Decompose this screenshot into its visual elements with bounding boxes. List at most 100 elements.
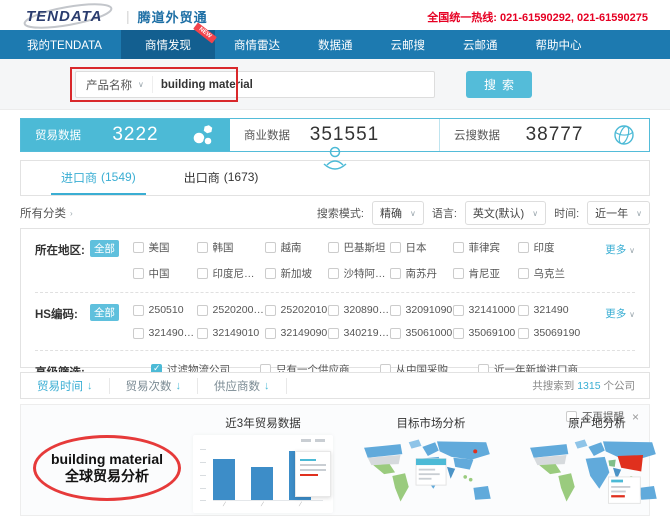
hs-option[interactable]: 250510 (132, 304, 197, 316)
sort-supplier-count[interactable]: 供应商数 ↓ (198, 377, 287, 394)
time-select[interactable]: 近一年 ∨ (587, 201, 650, 225)
checkbox[interactable] (132, 327, 144, 339)
tendata-logo[interactable]: TENDATA (20, 3, 116, 29)
hs-option[interactable]: 32089090 (327, 304, 390, 316)
checkbox[interactable] (196, 242, 208, 253)
hs-option[interactable]: 32149010 (196, 327, 265, 339)
region-option[interactable]: 美国 (132, 240, 197, 255)
chevron-down-icon: ∨ (629, 246, 636, 255)
checkbox[interactable] (517, 242, 529, 253)
checkbox[interactable] (264, 327, 276, 339)
checkbox[interactable] (517, 268, 529, 279)
sort-trade-time[interactable]: 贸易时间 ↓ (35, 377, 110, 394)
checkbox[interactable] (196, 304, 208, 316)
region-option[interactable]: 印度 (517, 240, 604, 255)
checkbox[interactable] (517, 327, 529, 339)
checkbox[interactable] (132, 304, 144, 316)
nav-item-my-tendata[interactable]: 我的TENDATA (8, 30, 121, 59)
checkbox[interactable] (389, 268, 401, 279)
stat-label: 商业数据 (244, 130, 290, 142)
stat-value: 351551 (309, 124, 380, 145)
region-more-link[interactable]: 更多 ∨ (604, 240, 635, 257)
region-checkbox-grid: 美国 韩国 越南 巴基斯坦 日本 菲律宾 印度 中国 印度尼西亚 新加坡 沙特阿… (132, 240, 604, 281)
hs-all-button[interactable]: 全部 (90, 304, 119, 321)
chevron-down-icon: ∨ (138, 80, 144, 89)
sort-trade-count[interactable]: 贸易次数 ↓ (110, 377, 198, 394)
hs-option[interactable]: 321490 (517, 304, 604, 316)
bar-year-1[interactable] (213, 458, 235, 500)
checkbox[interactable] (452, 242, 464, 253)
checkbox[interactable] (132, 242, 144, 253)
stat-card-cloud-search-data[interactable]: 云搜数据 38777 (440, 119, 649, 151)
bar-chart[interactable]: / / / (193, 435, 333, 513)
checkbox[interactable] (452, 304, 464, 316)
search-mode-select[interactable]: 精确 ∨ (371, 201, 424, 225)
region-option[interactable]: 沙特阿拉伯 (327, 266, 390, 281)
all-categories-link[interactable]: 所有分类 › (20, 205, 73, 221)
region-option[interactable]: 韩国 (196, 240, 265, 255)
region-all-button[interactable]: 全部 (90, 240, 119, 257)
hs-option[interactable]: 32149090 (264, 327, 328, 339)
globe-icon (609, 124, 635, 146)
checkbox[interactable] (327, 268, 339, 279)
bar-tooltip (295, 451, 331, 497)
search-category-select[interactable]: 产品名称 ∨ (76, 76, 153, 93)
region-option[interactable]: 乌克兰 (517, 266, 604, 281)
molecule-icon (190, 122, 216, 148)
region-option[interactable]: 南苏丹 (389, 266, 453, 281)
search-box: 产品名称 ∨ (75, 71, 435, 98)
checkbox[interactable] (196, 268, 208, 279)
hs-option[interactable]: 35069190 (517, 327, 604, 339)
stat-label: 贸易数据 (35, 130, 81, 142)
search-input[interactable] (152, 78, 434, 91)
nav-item-biz-discovery[interactable]: 商情发现 NEW (120, 22, 217, 59)
hs-option[interactable]: 35069100 (452, 327, 518, 339)
tab-importers[interactable]: 进口商 (1549) (51, 161, 146, 195)
checkbox[interactable] (389, 304, 401, 316)
hs-option[interactable]: 2520200000 (196, 304, 265, 316)
bar-year-2[interactable] (251, 466, 273, 500)
nav-item-data-tong[interactable]: 数据通 (299, 30, 372, 59)
checkbox[interactable] (132, 268, 144, 279)
region-option[interactable]: 菲律宾 (452, 240, 518, 255)
checkbox[interactable] (517, 304, 529, 316)
nav-item-help-center[interactable]: 帮助中心 (516, 30, 600, 59)
hs-option[interactable]: 32091090 (389, 304, 453, 316)
language-select[interactable]: 英文(默认) ∨ (464, 201, 547, 225)
world-map-origin[interactable] (520, 435, 670, 517)
stat-card-trade-data[interactable]: 贸易数据 3222 (21, 119, 230, 151)
checkbox[interactable] (452, 268, 464, 279)
service-person-icon (320, 144, 350, 174)
brand: TENDATA | 腾道外贸通 (20, 3, 208, 29)
checkbox[interactable] (389, 242, 401, 253)
checkbox[interactable] (196, 327, 208, 339)
tab-exporters[interactable]: 出口商 (1673) (174, 161, 269, 195)
checkbox[interactable] (389, 327, 401, 339)
nav-item-cloud-mail[interactable]: 云邮通 (444, 30, 517, 59)
nav-item-cloud-mail-search[interactable]: 云邮搜 (371, 30, 444, 59)
checkbox[interactable] (452, 327, 464, 339)
map-red-highlight (472, 449, 477, 454)
search-button[interactable]: 搜索 (466, 71, 532, 98)
checkbox[interactable] (327, 304, 339, 316)
checkbox[interactable] (327, 242, 339, 253)
hs-option[interactable]: 34021900 (327, 327, 390, 339)
checkbox[interactable] (264, 268, 276, 279)
region-option[interactable]: 新加坡 (264, 266, 328, 281)
region-option[interactable]: 巴基斯坦 (327, 240, 390, 255)
region-option[interactable]: 越南 (264, 240, 328, 255)
checkbox[interactable] (264, 242, 276, 253)
hs-option[interactable]: 32141000 (452, 304, 518, 316)
hs-option[interactable]: 25202010 (264, 304, 328, 316)
checkbox[interactable] (264, 304, 276, 316)
checkbox[interactable] (327, 327, 339, 339)
hs-more-link[interactable]: 更多 ∨ (604, 304, 635, 321)
hs-option[interactable]: 321490000... (132, 327, 197, 339)
world-map-target-markets[interactable] (354, 435, 509, 517)
region-option[interactable]: 印度尼西亚 (196, 266, 265, 281)
nav-item-biz-radar[interactable]: 商情雷达 (215, 30, 299, 59)
region-option[interactable]: 中国 (132, 266, 197, 281)
hs-option[interactable]: 35061000 (389, 327, 453, 339)
region-option[interactable]: 肯尼亚 (452, 266, 518, 281)
region-option[interactable]: 日本 (389, 240, 453, 255)
